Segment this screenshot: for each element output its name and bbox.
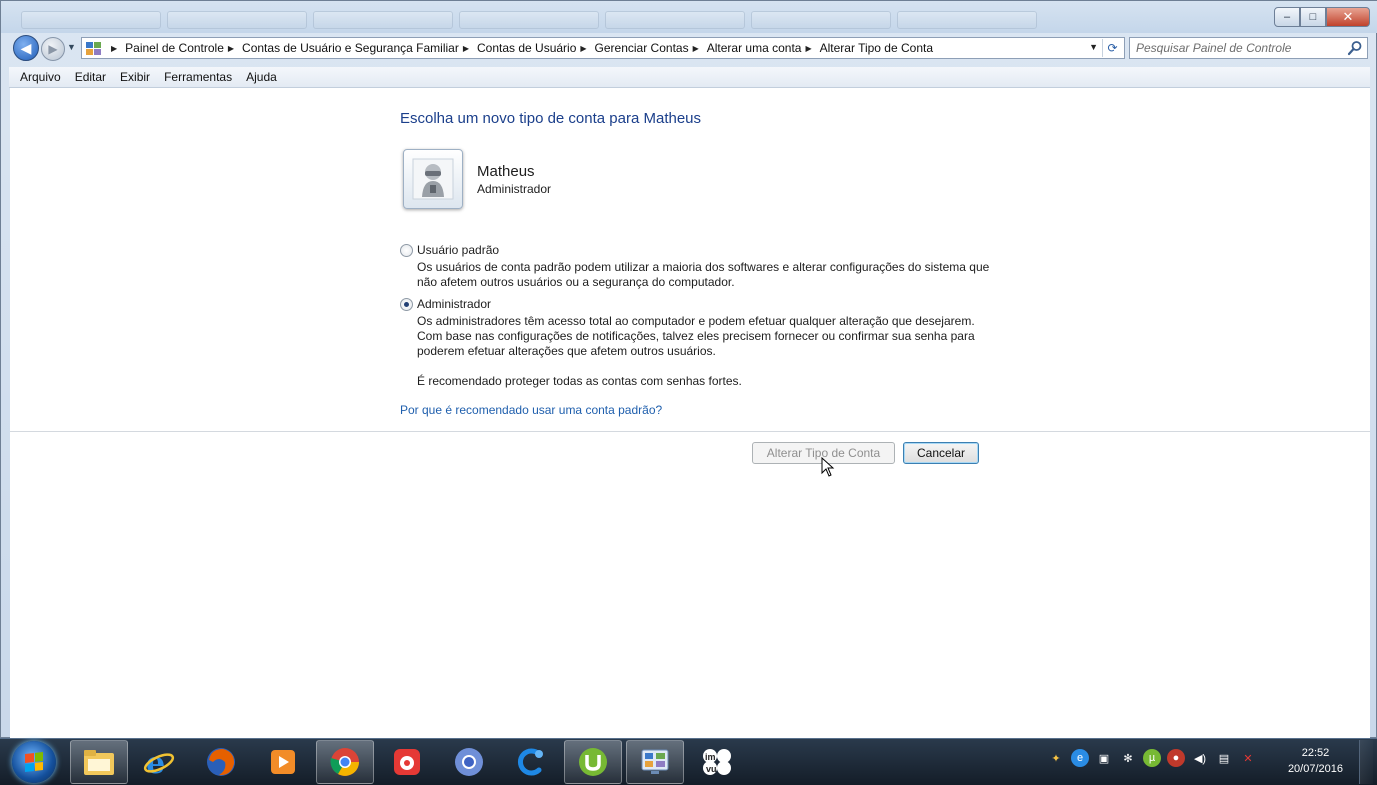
taskbar-explorer[interactable] — [70, 740, 128, 784]
search-input[interactable] — [1130, 38, 1330, 58]
mouse-cursor-icon — [821, 457, 835, 477]
taskbar-chromium[interactable] — [440, 740, 498, 784]
divider — [10, 431, 1370, 432]
minimize-button[interactable]: – — [1274, 7, 1300, 27]
administrator-label[interactable]: Administrador — [417, 297, 491, 311]
forward-button[interactable]: ▶ — [41, 37, 65, 61]
menu-ferramentas[interactable]: Ferramentas — [157, 70, 239, 84]
firefox-icon — [207, 748, 235, 776]
back-button[interactable]: ◀ — [13, 35, 39, 61]
window-controls: – □ ✕ — [1274, 7, 1370, 27]
taskbar-control-panel[interactable] — [626, 740, 684, 784]
option-standard-user[interactable]: Usuário padrão — [400, 243, 499, 257]
breadcrumb-item[interactable]: Alterar Tipo de Conta — [820, 41, 933, 55]
navigation-bar: ◀ ▶ ▼ ▶ Painel de Controle ▶ Contas de Usuá… — [9, 34, 1370, 62]
breadcrumb-item[interactable]: Alterar uma conta — [707, 41, 802, 55]
option-administrator[interactable]: Administrador — [400, 297, 491, 311]
chromium-icon — [455, 748, 483, 776]
taskbar-firefox[interactable] — [192, 740, 250, 784]
main-content: Escolha um novo tipo de conta para Mathe… — [10, 88, 1370, 739]
breadcrumb-separator-icon[interactable]: ▶ — [228, 44, 234, 53]
power-icon[interactable]: ▤ — [1215, 749, 1233, 767]
breadcrumb-item[interactable]: Contas de Usuário — [477, 41, 576, 55]
imvu-icon: im vu — [703, 749, 731, 775]
taskbar-utorrent[interactable] — [564, 740, 622, 784]
folder-icon — [84, 750, 114, 775]
network-warning-icon[interactable]: ✕ — [1239, 749, 1257, 767]
utorrent-tray-icon[interactable]: µ — [1143, 749, 1161, 767]
recent-pages-dropdown[interactable]: ▼ — [67, 42, 76, 52]
title-bar: – □ ✕ — [1, 1, 1377, 33]
menu-ajuda[interactable]: Ajuda — [239, 70, 284, 84]
control-panel-taskbar-icon — [641, 749, 669, 774]
media-player-icon — [271, 750, 295, 774]
utorrent-icon — [579, 748, 607, 776]
administrator-radio[interactable] — [400, 297, 413, 311]
taskbar-media-player[interactable] — [254, 740, 312, 784]
blue-c-icon — [518, 748, 543, 776]
breadcrumb: ▶ Painel de Controle ▶ Contas de Usuário e … — [107, 41, 933, 55]
taskbar: e im vu ✦ e ▣ ✻ µ ● ◀) ▤ ✕ 22:52 20/07/2… — [0, 738, 1377, 785]
clock-time: 22:52 — [1301, 747, 1330, 759]
breadcrumb-separator-icon[interactable]: ▶ — [463, 44, 469, 53]
clock-date: 20/07/2016 — [1287, 763, 1343, 775]
svg-text:vu: vu — [706, 764, 717, 774]
help-link[interactable]: Por que é recomendado usar uma conta pad… — [400, 403, 662, 417]
camera-icon[interactable]: ▣ — [1095, 749, 1113, 767]
clock[interactable]: 22:52 20/07/2016 — [1288, 745, 1343, 777]
standard-user-radio[interactable] — [400, 243, 413, 257]
menu-exibir[interactable]: Exibir — [113, 70, 157, 84]
user-name: Matheus — [477, 163, 535, 180]
chrome-icon — [330, 748, 359, 776]
svg-text:im: im — [705, 752, 716, 762]
administrator-description: Os administradores têm acesso total ao c… — [417, 314, 975, 358]
close-button[interactable]: ✕ — [1326, 7, 1370, 27]
wand-icon[interactable]: ✦ — [1047, 749, 1065, 767]
network-e-icon[interactable]: e — [1071, 749, 1089, 767]
page-title: Escolha um novo tipo de conta para Mathe… — [400, 110, 702, 127]
standard-user-description: Os usuários de conta padrão podem utiliz… — [417, 260, 990, 289]
recommendation-text: É recomendado proteger todas as contas c… — [417, 374, 742, 388]
search-box[interactable] — [1129, 37, 1368, 59]
address-bar[interactable]: ▶ Painel de Controle ▶ Contas de Usuário e … — [81, 37, 1125, 59]
search-icon[interactable] — [1347, 40, 1363, 56]
breadcrumb-separator-icon[interactable]: ▶ — [580, 44, 586, 53]
taskbar-internet-explorer[interactable]: e — [130, 740, 188, 784]
taskbar-blue-c-app[interactable] — [502, 740, 560, 784]
breadcrumb-separator-icon[interactable]: ▶ — [693, 44, 699, 53]
user-avatar — [403, 149, 463, 209]
standard-user-label[interactable]: Usuário padrão — [417, 243, 499, 257]
menu-editar[interactable]: Editar — [68, 70, 113, 84]
menu-bar: Arquivo Editar Exibir Ferramentas Ajuda — [9, 67, 1370, 88]
taskbar-red-app[interactable] — [378, 740, 436, 784]
cancel-button[interactable]: Cancelar — [903, 442, 979, 464]
user-figure-icon — [412, 158, 454, 200]
breadcrumb-item[interactable]: Contas de Usuário e Segurança Familiar — [242, 41, 459, 55]
bluetooth-icon[interactable]: ✻ — [1119, 749, 1137, 767]
breadcrumb-item[interactable]: Painel de Controle — [125, 41, 224, 55]
taskbar-chrome[interactable] — [316, 740, 374, 784]
start-button[interactable] — [12, 741, 56, 783]
address-dropdown[interactable]: ▼ — [1089, 42, 1098, 52]
app-tray-icon[interactable]: ● — [1167, 749, 1185, 767]
breadcrumb-separator-icon[interactable]: ▶ — [805, 44, 811, 53]
breadcrumb-separator-icon[interactable]: ▶ — [111, 44, 117, 53]
background-windows — [21, 11, 1037, 29]
show-desktop-button[interactable] — [1359, 740, 1373, 784]
windows-logo-icon — [25, 752, 43, 772]
maximize-button[interactable]: □ — [1300, 7, 1326, 27]
user-role: Administrador — [477, 182, 552, 196]
red-app-icon — [394, 749, 420, 775]
window-frame: – □ ✕ ◀ ▶ ▼ ▶ Painel de Controle ▶ Contas d… — [0, 0, 1377, 739]
taskbar-imvu[interactable]: im vu — [688, 740, 746, 784]
control-panel-icon — [86, 42, 101, 55]
refresh-icon[interactable]: ⟳ — [1102, 39, 1122, 57]
internet-explorer-icon: e — [143, 746, 175, 779]
system-tray: ✦ e ▣ ✻ µ ● ◀) ▤ ✕ — [1047, 749, 1257, 767]
breadcrumb-item[interactable]: Gerenciar Contas — [595, 41, 689, 55]
menu-arquivo[interactable]: Arquivo — [13, 70, 68, 84]
volume-icon[interactable]: ◀) — [1191, 749, 1209, 767]
